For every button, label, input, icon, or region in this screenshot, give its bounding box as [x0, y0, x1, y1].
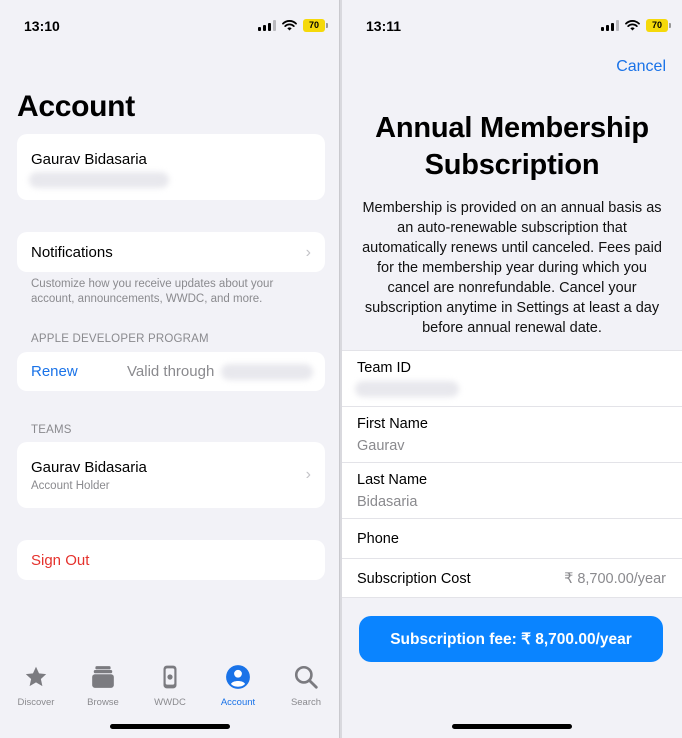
- first-name-row[interactable]: First Name Gaurav: [342, 406, 682, 462]
- sign-out-button[interactable]: Sign Out: [31, 552, 89, 569]
- status-bar: 13:11 70: [342, 0, 682, 50]
- wifi-icon: [625, 20, 640, 31]
- notifications-label: Notifications: [31, 244, 113, 261]
- subscription-sheet: 13:11 70 Cancel Annual Membership Subscr…: [342, 0, 682, 738]
- renew-button[interactable]: Renew: [31, 363, 78, 380]
- phone-label: Phone: [357, 531, 399, 547]
- cellular-signal-icon: [601, 20, 619, 31]
- team-id-label: Team ID: [357, 360, 411, 376]
- first-name-label: First Name: [357, 416, 428, 432]
- teams-section-header: TEAMS: [31, 424, 72, 436]
- tab-discover[interactable]: Discover: [6, 664, 66, 708]
- membership-description: Membership is provided on an annual basi…: [362, 200, 662, 336]
- battery-icon: 70: [646, 19, 671, 32]
- chevron-right-icon: ›: [305, 466, 311, 483]
- home-indicator[interactable]: [109, 724, 230, 729]
- notifications-row[interactable]: Notifications ›: [17, 232, 325, 272]
- star-icon: [25, 666, 47, 687]
- subscription-fee-button[interactable]: Subscription fee: ₹ 8,700.00/year: [359, 616, 663, 662]
- team-row[interactable]: Gaurav Bidasaria Account Holder ›: [17, 442, 325, 508]
- last-name-label: Last Name: [357, 472, 428, 488]
- sheet-title: Annual Membership Subscription: [342, 110, 682, 184]
- stack-icon: [92, 666, 114, 688]
- program-section-header: APPLE DEVELOPER PROGRAM: [31, 333, 209, 345]
- first-name-value: Gaurav: [357, 438, 405, 454]
- page-title: Account: [17, 90, 135, 123]
- team-id-row: Team ID: [342, 350, 682, 406]
- sheet-title-line2: Subscription: [424, 149, 600, 181]
- tab-bar: Discover Browse WWDC Account Search: [0, 652, 339, 738]
- last-name-row[interactable]: Last Name Bidasaria: [342, 462, 682, 518]
- person-circle-icon: [226, 665, 250, 689]
- status-bar: 13:10 70: [0, 0, 339, 50]
- status-icons: 70: [601, 19, 671, 32]
- program-row: Renew Valid through: [17, 352, 325, 391]
- team-role: Account Holder: [31, 480, 110, 492]
- search-icon: [294, 665, 318, 689]
- cellular-signal-icon: [258, 20, 276, 31]
- status-time: 13:10: [24, 18, 60, 34]
- sheet-title-line1: Annual Membership: [375, 112, 649, 144]
- redacted-email: [29, 172, 169, 188]
- profile-card[interactable]: Gaurav Bidasaria: [17, 134, 325, 200]
- redacted-date: [221, 364, 313, 380]
- redacted-team-id: [355, 381, 459, 397]
- cancel-button[interactable]: Cancel: [616, 58, 666, 76]
- status-time: 13:11: [366, 18, 402, 34]
- chevron-right-icon: ›: [305, 244, 311, 261]
- subscription-cost-value: ₹ 8,700.00/year: [564, 571, 666, 587]
- status-icons: 70: [258, 19, 328, 32]
- valid-through-label: Valid through: [127, 363, 215, 380]
- tab-search[interactable]: Search: [276, 664, 336, 708]
- subscription-cost-label: Subscription Cost: [357, 571, 471, 587]
- subscription-form: Team ID First Name Gaurav Last Name Bida…: [342, 350, 682, 598]
- battery-icon: 70: [303, 19, 328, 32]
- sign-out-row[interactable]: Sign Out: [17, 540, 325, 580]
- tab-browse[interactable]: Browse: [73, 664, 133, 708]
- profile-name: Gaurav Bidasaria: [31, 151, 147, 168]
- team-name: Gaurav Bidasaria: [31, 459, 147, 476]
- account-screen: 13:10 70 Account Gaurav Bidasaria Notifi…: [0, 0, 340, 738]
- tab-account[interactable]: Account: [208, 664, 268, 708]
- wwdc-icon: [163, 665, 177, 689]
- tab-wwdc[interactable]: WWDC: [140, 664, 200, 708]
- subscription-cost-row: Subscription Cost ₹ 8,700.00/year: [342, 558, 682, 598]
- phone-row[interactable]: Phone: [342, 518, 682, 558]
- home-indicator[interactable]: [452, 724, 572, 729]
- wifi-icon: [282, 20, 297, 31]
- notifications-footnote: Customize how you receive updates about …: [31, 278, 274, 305]
- last-name-value: Bidasaria: [357, 494, 418, 510]
